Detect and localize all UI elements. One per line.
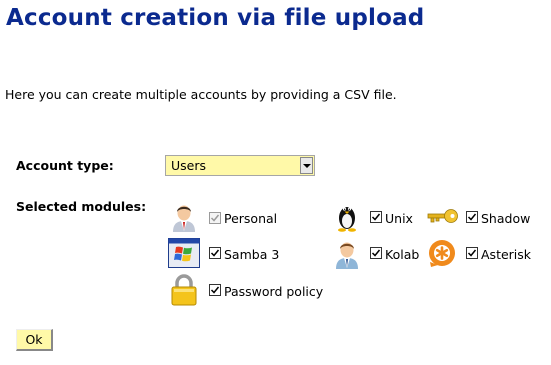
padlock-icon bbox=[169, 273, 201, 306]
ok-button[interactable]: Ok bbox=[16, 329, 53, 351]
shadow-label: Shadow bbox=[481, 211, 531, 226]
tux-penguin-icon bbox=[331, 200, 363, 232]
page-title: Account creation via file upload bbox=[6, 5, 425, 31]
asterisk-label: Asterisk bbox=[481, 247, 532, 262]
kolab-user-icon bbox=[331, 237, 363, 269]
password-policy-label: Password policy bbox=[224, 284, 324, 299]
dropdown-arrow-icon[interactable] bbox=[300, 157, 313, 174]
account-type-label: Account type: bbox=[16, 158, 114, 173]
kolab-label: Kolab bbox=[385, 247, 420, 262]
windows-icon bbox=[168, 238, 200, 270]
selected-modules-label: Selected modules: bbox=[16, 199, 147, 214]
password-policy-checkbox[interactable] bbox=[209, 284, 221, 296]
account-type-value: Users bbox=[171, 158, 207, 173]
intro-text: Here you can create multiple accounts by… bbox=[5, 87, 397, 102]
kolab-checkbox[interactable] bbox=[370, 247, 382, 259]
key-icon bbox=[427, 204, 459, 236]
unix-label: Unix bbox=[385, 211, 413, 226]
shadow-checkbox[interactable] bbox=[466, 211, 478, 223]
person-icon bbox=[168, 200, 200, 232]
unix-checkbox[interactable] bbox=[370, 211, 382, 223]
samba3-label: Samba 3 bbox=[224, 247, 280, 262]
personal-label: Personal bbox=[224, 211, 278, 226]
samba3-checkbox[interactable] bbox=[209, 247, 221, 259]
asterisk-checkbox[interactable] bbox=[466, 247, 478, 259]
personal-checkbox[interactable] bbox=[209, 212, 221, 224]
asterisk-icon bbox=[427, 238, 459, 270]
account-type-select[interactable]: Users bbox=[165, 155, 315, 176]
